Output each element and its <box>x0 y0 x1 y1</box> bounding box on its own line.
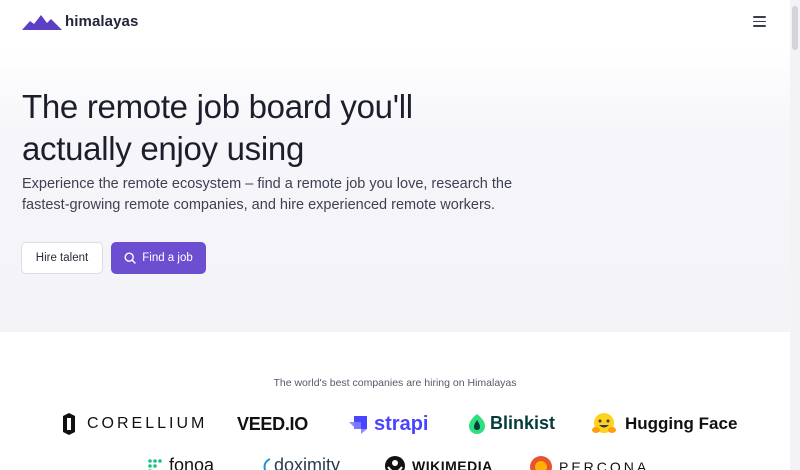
company-logo-hugging-face[interactable]: Hugging Face <box>591 412 737 436</box>
mountain-icon <box>22 15 62 30</box>
search-icon <box>124 252 136 264</box>
company-logo-corellium[interactable]: CORELLIUM <box>61 413 207 435</box>
hero-title: The remote job board you'll actually enj… <box>22 86 542 170</box>
blinkist-icon <box>469 413 485 434</box>
company-name: fonoa <box>169 455 215 470</box>
find-a-job-button[interactable]: Find a job <box>111 242 206 274</box>
corellium-icon <box>63 413 75 435</box>
company-name: VEED.IO <box>237 414 308 434</box>
hero-section: The remote job board you'll actually enj… <box>0 46 790 332</box>
company-name: CORELLIUM <box>87 415 208 432</box>
hamburger-menu-icon[interactable] <box>752 14 768 28</box>
hire-talent-button[interactable]: Hire talent <box>21 242 103 274</box>
doximity-icon <box>263 457 271 470</box>
logo-text: himalayas <box>65 12 139 30</box>
page-scrollbar[interactable] <box>790 0 800 470</box>
company-name: doximity <box>274 455 341 470</box>
strapi-icon <box>349 415 367 434</box>
hero-subtitle-line-2: fastest-growing remote companies, and hi… <box>22 197 496 213</box>
hero-subtitle: Experience the remote ecosystem – find a… <box>22 174 542 216</box>
company-name: WIKIMEDIA <box>412 458 493 470</box>
find-a-job-label: Find a job <box>142 252 193 264</box>
wikimedia-icon <box>385 456 405 470</box>
company-logo-strapi[interactable]: strapi <box>347 413 428 436</box>
company-name: Hugging Face <box>625 414 738 433</box>
company-logo-fonoa[interactable]: fonoa <box>147 455 214 470</box>
company-logo-percona[interactable]: PERCONA <box>529 455 649 470</box>
himalayas-logo[interactable]: himalayas <box>22 12 138 30</box>
site-header: himalayas <box>0 0 800 46</box>
company-logo-veed[interactable]: VEED.IO <box>237 414 308 435</box>
hero-title-line-1: The remote job board you'll <box>22 88 413 125</box>
company-name: PERCONA <box>559 459 650 470</box>
companies-caption: The world's best companies are hiring on… <box>273 377 517 389</box>
company-logo-doximity[interactable]: doximity <box>262 455 340 470</box>
company-logo-wikimedia[interactable]: WIKIMEDIA <box>384 455 493 470</box>
hugging-face-emoji-icon <box>592 413 616 433</box>
hero-title-line-2: actually enjoy using <box>22 130 305 167</box>
company-name: strapi <box>374 413 429 435</box>
hero-subtitle-line-1: Experience the remote ecosystem – find a… <box>22 176 513 192</box>
fonoa-icon <box>148 458 162 470</box>
company-name: Blinkist <box>490 413 556 433</box>
hire-talent-label: Hire talent <box>35 252 89 264</box>
company-logo-blinkist[interactable]: Blinkist <box>468 413 555 434</box>
percona-icon <box>530 456 552 470</box>
scrollbar-thumb[interactable] <box>792 6 798 50</box>
